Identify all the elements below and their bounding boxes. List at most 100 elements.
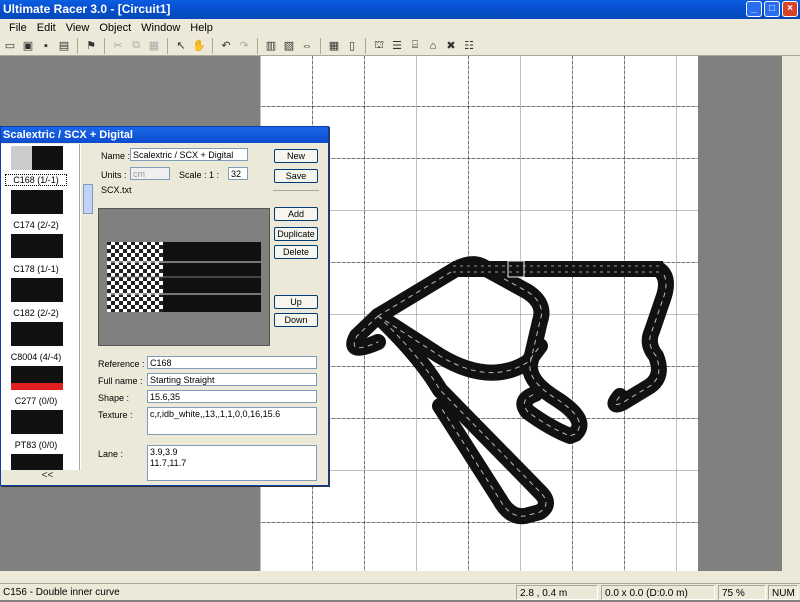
pointer-icon[interactable]: ↖: [173, 38, 189, 54]
vertical-scrollbar[interactable]: [782, 56, 800, 571]
piece-list[interactable]: C168 (1/-1) C174 (2/-2) C178 (1/-1) C182 (2…: [1, 144, 80, 470]
fullname-label: Full name :: [98, 376, 143, 386]
delete-button[interactable]: Delete: [274, 245, 318, 259]
status-bar: C156 - Double inner curve 2.8 , 0.4 m 0.…: [0, 583, 800, 600]
piece-thumbnail: [11, 190, 63, 214]
menu-bar: File Edit View Object Window Help: [0, 19, 800, 36]
shape-label: Shape :: [98, 393, 130, 403]
print-icon[interactable]: ▤: [56, 38, 72, 54]
maximize-button[interactable]: □: [764, 1, 780, 17]
scroll-thumb[interactable]: [83, 184, 93, 214]
menu-window[interactable]: Window: [136, 22, 185, 34]
redo-icon[interactable]: ↷: [236, 38, 252, 54]
grid-icon[interactable]: ▦: [326, 38, 342, 54]
save-icon[interactable]: ▪: [38, 38, 54, 54]
flag-icon[interactable]: ⚑: [83, 38, 99, 54]
piece-item[interactable]: C178 (1/-1): [5, 232, 67, 276]
scale-separator: 1 :: [209, 170, 220, 180]
hand-icon[interactable]: ✋: [191, 38, 207, 54]
units-select[interactable]: cm: [130, 167, 170, 180]
name-field[interactable]: Scalextric / SCX + Digital: [130, 148, 248, 161]
toolbar: ▭ ▣ ▪ ▤ ⚑ ✂ ⧉ ▦ ↖ ✋ ↶ ↷ ▥ ▧ ⇔ ▦ ▯ ⛫ ☰ ⌸ ⌂ ✖ ☷: [0, 36, 800, 56]
collapse-button[interactable]: <<: [1, 470, 94, 484]
duplicate-button[interactable]: Duplicate: [274, 227, 318, 241]
down-button[interactable]: Down: [274, 313, 318, 327]
menu-view[interactable]: View: [61, 22, 95, 34]
library-title: Scalextric / SCX + Digital: [1, 127, 328, 143]
piece-item[interactable]: C277 (0/0): [5, 364, 67, 408]
status-position: 2.8 , 0.4 m: [516, 585, 598, 600]
new-button[interactable]: New: [274, 149, 318, 163]
start-straight: [453, 261, 663, 277]
minimize-button[interactable]: _: [746, 1, 762, 17]
up-button[interactable]: Up: [274, 295, 318, 309]
menu-edit[interactable]: Edit: [32, 22, 61, 34]
reference-label: Reference :: [98, 359, 145, 369]
library-icon[interactable]: ▥: [263, 38, 279, 54]
piece-preview: [98, 208, 270, 346]
piece-thumbnail: [11, 322, 63, 346]
piece-label: C182 (2/-2): [13, 308, 59, 318]
piece-label: C8004 (4/-4): [10, 352, 62, 362]
piece-item[interactable]: C182 (2/-2): [5, 276, 67, 320]
toolbar-separator: [365, 37, 366, 54]
lane-label: Lane :: [98, 449, 124, 459]
texture-label: Texture :: [98, 410, 133, 420]
close-button[interactable]: ×: [782, 1, 798, 17]
scale-field[interactable]: 32: [228, 167, 248, 180]
horizontal-scrollbar[interactable]: [0, 571, 800, 583]
library-file: SCX.txt: [101, 185, 132, 195]
shape-field[interactable]: 15.6,35: [147, 390, 317, 403]
piece-label: C168 (1/-1): [5, 174, 67, 186]
flip-icon[interactable]: ⇔: [299, 38, 315, 54]
undo-icon[interactable]: ↶: [218, 38, 234, 54]
piece-label: C178 (1/-1): [13, 264, 59, 274]
pit-icon[interactable]: ⌸: [407, 38, 423, 54]
list-icon[interactable]: ☷: [461, 38, 477, 54]
crowd-icon[interactable]: ⌂: [425, 38, 441, 54]
save-button[interactable]: Save: [274, 169, 318, 183]
barrier-icon[interactable]: ☰: [389, 38, 405, 54]
piece-item[interactable]: PT83 (0/0): [5, 408, 67, 452]
open-folder-icon[interactable]: ▣: [20, 38, 36, 54]
cut-icon[interactable]: ✂: [110, 38, 126, 54]
cylinder-icon[interactable]: ▯: [344, 38, 360, 54]
units-label: Units :: [101, 170, 127, 180]
piece-item[interactable]: C174 (2/-2): [5, 188, 67, 232]
copy-icon[interactable]: ⧉: [128, 38, 144, 54]
piece-label: PT83 (0/0): [14, 440, 58, 450]
paste-icon[interactable]: ▦: [146, 38, 162, 54]
toolbar-separator: [257, 37, 258, 54]
piece-item[interactable]: C8004 (4/-4): [5, 320, 67, 364]
stand-icon[interactable]: ⛫: [371, 38, 387, 54]
toolbar-separator: [212, 37, 213, 54]
texture-field[interactable]: c,r,idb_white,,13,,1,1,0,0,16,15.6: [147, 407, 317, 435]
menu-file[interactable]: File: [4, 22, 32, 34]
name-label: Name :: [101, 151, 131, 161]
piece-thumbnail: [11, 234, 63, 258]
reference-field[interactable]: C168: [147, 356, 317, 369]
toolbar-separator: [104, 37, 105, 54]
piece-label: C277 (0/0): [14, 396, 58, 406]
delete-obj-icon[interactable]: ✖: [443, 38, 459, 54]
piece-thumbnail: [11, 146, 63, 170]
scale-label: Scale :: [179, 170, 207, 180]
layers-icon[interactable]: ▧: [281, 38, 297, 54]
new-doc-icon[interactable]: ▭: [2, 38, 18, 54]
piece-item[interactable]: C154 (8/-8): [5, 452, 67, 470]
status-hint: C156 - Double inner curve: [3, 587, 120, 598]
starting-straight-preview: [107, 242, 261, 312]
fullname-field[interactable]: Starting Straight: [147, 373, 317, 386]
piece-list-scrollbar[interactable]: [80, 144, 94, 470]
menu-help[interactable]: Help: [185, 22, 218, 34]
piece-thumbnail: [11, 454, 63, 470]
add-button[interactable]: Add: [274, 207, 318, 221]
toolbar-separator: [77, 37, 78, 54]
menu-object[interactable]: Object: [94, 22, 136, 34]
divider: [273, 190, 319, 191]
lane-line-2: 11.7,11.7: [150, 458, 187, 468]
lane-field[interactable]: 3.9,3.9 11.7,11.7: [147, 445, 317, 481]
piece-item[interactable]: C168 (1/-1): [5, 144, 67, 188]
status-size: 0.0 x 0.0 (D:0.0 m): [601, 585, 715, 600]
window-title: Ultimate Racer 3.0 - [Circuit1]: [3, 2, 171, 16]
